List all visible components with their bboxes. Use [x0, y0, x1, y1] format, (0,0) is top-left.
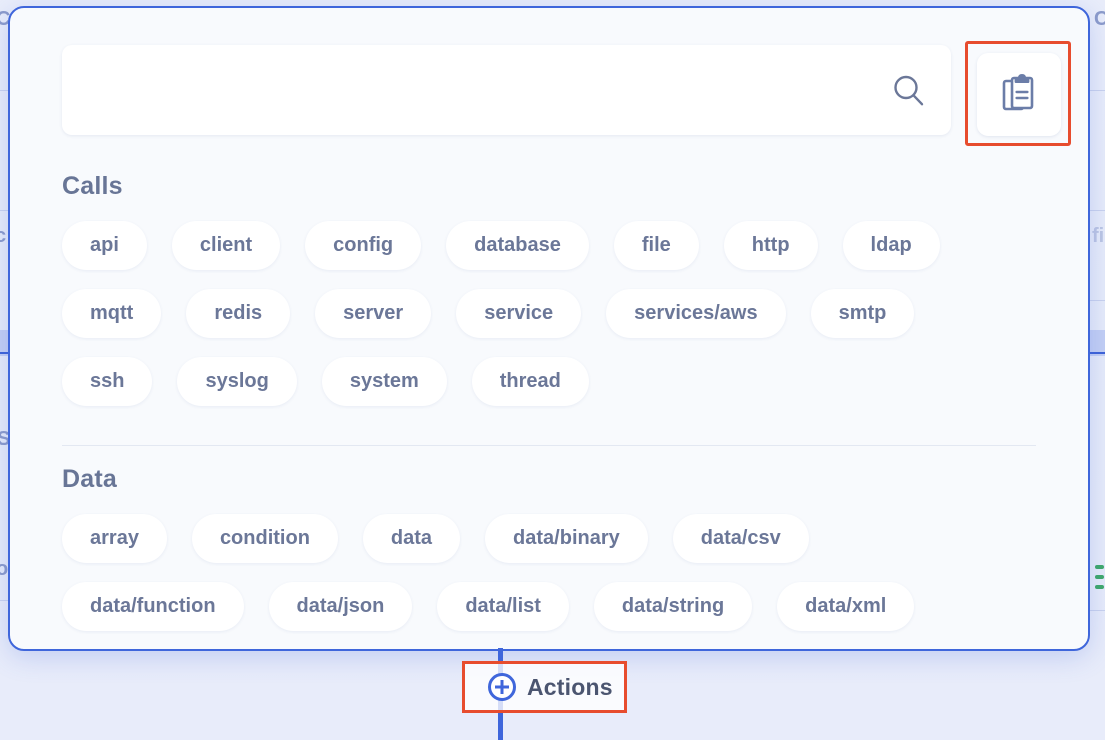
- background-fragment: fil: [1092, 225, 1105, 247]
- node-tag[interactable]: data/csv: [672, 514, 809, 563]
- node-tag[interactable]: service: [456, 289, 582, 338]
- node-tag[interactable]: array: [62, 514, 167, 563]
- node-tag[interactable]: redis: [186, 289, 291, 338]
- node-tag[interactable]: ssh: [62, 357, 153, 406]
- actions-label: Actions: [527, 673, 613, 700]
- node-tag[interactable]: api: [62, 221, 147, 270]
- node-tag[interactable]: config: [305, 221, 422, 270]
- node-tag[interactable]: data/string: [593, 582, 753, 631]
- tag-row: data/function data/json data/list data/s…: [62, 582, 1036, 631]
- node-tag[interactable]: syslog: [177, 357, 297, 406]
- clipboard-paste-icon: [998, 70, 1040, 119]
- search-box[interactable]: [62, 45, 951, 135]
- paste-button-highlight: [965, 41, 1071, 146]
- tag-rows: api client config database file http lda…: [62, 205, 1036, 445]
- search-input[interactable]: [84, 45, 884, 135]
- background-fragment: C: [1094, 8, 1105, 30]
- node-tag[interactable]: data/list: [437, 582, 569, 631]
- background-fragment: c: [0, 225, 7, 247]
- node-tag[interactable]: data: [362, 514, 461, 563]
- section-title: Calls: [62, 172, 123, 200]
- node-tag[interactable]: http: [723, 221, 818, 270]
- node-picker-modal: Calls api client config database file ht…: [8, 6, 1090, 651]
- node-tag[interactable]: mqtt: [62, 289, 162, 338]
- node-tag[interactable]: data/json: [268, 582, 413, 631]
- tag-row: mqtt redis server service services/aws s…: [62, 289, 1036, 338]
- node-tag[interactable]: file: [613, 221, 699, 270]
- node-tag[interactable]: data/function: [62, 582, 244, 631]
- section-data: Data array condition data data/binary da…: [10, 446, 1088, 649]
- tag-rows: array condition data data/binary data/cs…: [62, 498, 1036, 649]
- tag-row: ssh syslog system thread: [62, 357, 1036, 406]
- screen: C c S o C fil: [0, 0, 1105, 740]
- node-tag[interactable]: data/xml: [777, 582, 915, 631]
- node-tag[interactable]: client: [171, 221, 281, 270]
- background-fragment: o: [0, 558, 9, 580]
- node-category-list[interactable]: Calls api client config database file ht…: [10, 153, 1088, 649]
- tag-row: api client config database file http lda…: [62, 221, 1036, 270]
- node-tag[interactable]: ldap: [842, 221, 940, 270]
- section-calls: Calls api client config database file ht…: [10, 153, 1088, 445]
- node-tag[interactable]: data/binary: [485, 514, 648, 563]
- plus-circle-icon[interactable]: [488, 673, 516, 701]
- node-tag[interactable]: system: [321, 357, 447, 406]
- actions-node-highlight: Actions: [462, 661, 627, 713]
- node-tag[interactable]: database: [446, 221, 589, 270]
- search-icon: [891, 73, 927, 109]
- node-tag[interactable]: thread: [471, 357, 589, 406]
- node-tag[interactable]: condition: [191, 514, 338, 563]
- actions-node[interactable]: Actions: [465, 664, 624, 710]
- paste-button[interactable]: [977, 53, 1061, 136]
- node-tag[interactable]: smtp: [810, 289, 915, 338]
- section-title: Data: [62, 465, 117, 493]
- search-row: [62, 41, 1074, 146]
- node-tag[interactable]: server: [315, 289, 432, 338]
- tag-row: array condition data data/binary data/cs…: [62, 514, 1036, 563]
- node-tag[interactable]: services/aws: [606, 289, 786, 338]
